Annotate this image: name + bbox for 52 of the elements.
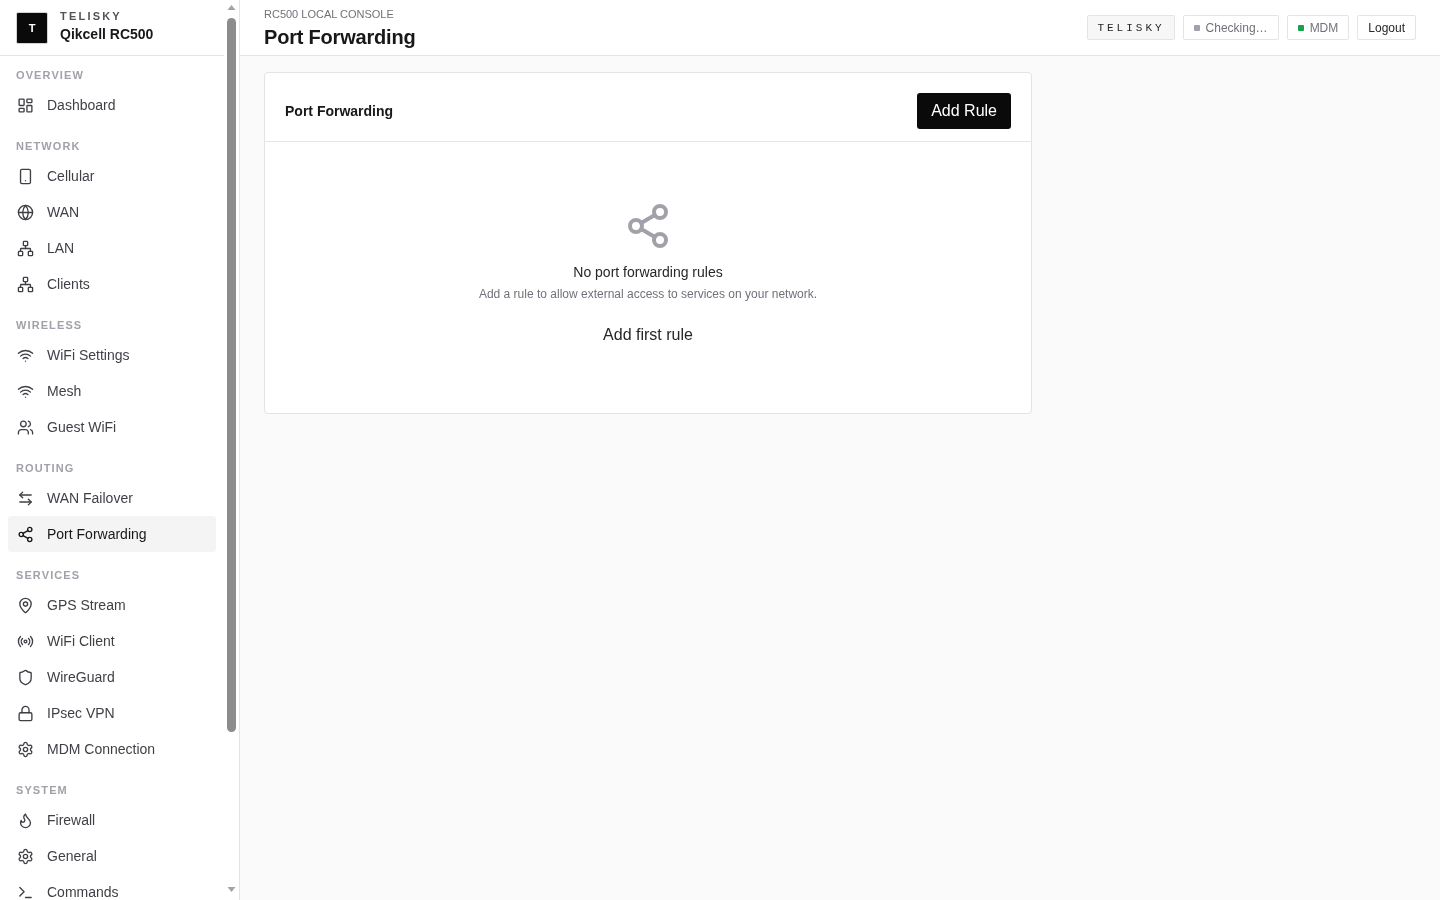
logo: T (16, 11, 48, 44)
sidebar-item[interactable]: Guest WiFi (8, 409, 216, 445)
sidebar-item[interactable]: GPS Stream (8, 587, 216, 623)
sidebar-item[interactable]: Firewall (8, 802, 216, 838)
empty-description: Add a rule to allow external access to services on your network. (478, 286, 818, 302)
section-title: OVERVIEW (15, 68, 85, 82)
sidebar-item[interactable]: WAN Failover (8, 480, 216, 516)
sidebar-item[interactable]: General (8, 838, 216, 874)
page-title: Port Forwarding (264, 24, 416, 49)
add-first-rule-button[interactable]: Add first rule (589, 317, 707, 353)
sidebar-item[interactable]: WAN (8, 194, 216, 230)
globe-icon (17, 203, 34, 221)
sidebar-item[interactable]: IPsec VPN (8, 695, 216, 731)
section-title: ROUTING (15, 461, 76, 475)
status-badge: MDM (1286, 15, 1350, 40)
card-title: Port Forwarding (285, 102, 394, 120)
sidebar-item[interactable]: WiFi Settings (8, 337, 216, 373)
sidebar-item[interactable]: Dashboard (8, 87, 216, 123)
section-title: SYSTEM (15, 783, 69, 797)
add-rule-button[interactable]: Add Rule (917, 93, 1011, 129)
empty-title: No port forwarding rules (573, 263, 723, 282)
brand-badge: TELISKY (1087, 15, 1175, 40)
layout-grid-icon (17, 96, 34, 114)
network-icon (17, 239, 34, 257)
gear-icon (17, 847, 34, 865)
section-title: NETWORK (15, 139, 82, 153)
section-title: WIRELESS (15, 318, 84, 332)
logout-button[interactable]: Logout (1357, 15, 1416, 40)
lock-icon (17, 704, 34, 722)
product-name: Qikcell RC500 (60, 25, 154, 43)
gear-icon (17, 740, 34, 758)
flame-icon (17, 811, 34, 829)
status-badge: Checking… (1182, 15, 1279, 40)
sidebar-item[interactable]: WireGuard (8, 659, 216, 695)
network-icon (17, 275, 34, 293)
sidebar-item[interactable]: LAN (8, 230, 216, 266)
arrows-icon (17, 489, 34, 507)
sidebar-item[interactable]: Clients (8, 266, 216, 302)
eyebrow-text: RC500 LOCAL CONSOLE (264, 6, 395, 21)
map-pin-icon (17, 596, 34, 614)
section-title: SERVICES (15, 568, 82, 582)
sidebar-item[interactable]: Cellular (8, 158, 216, 194)
shield-icon (17, 668, 34, 686)
users-icon (17, 418, 34, 436)
sidebar-item[interactable]: WiFi Client (8, 623, 216, 659)
sidebar-item[interactable]: MDM Connection (8, 731, 216, 767)
sidebar-item[interactable]: Commands (8, 874, 216, 900)
share-icon (17, 525, 34, 543)
sidebar-item[interactable]: Port Forwarding (8, 516, 216, 552)
sidebar-item[interactable]: Mesh (8, 373, 216, 409)
smartphone-icon (17, 167, 34, 185)
brand-name: TELISKY (60, 9, 123, 23)
